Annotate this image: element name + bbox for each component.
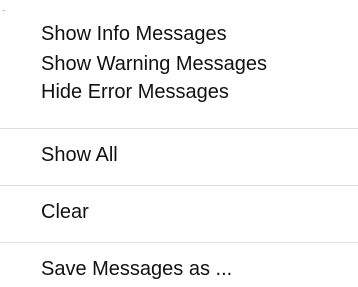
menu-separator <box>0 242 358 243</box>
menu-item-clear[interactable]: Clear <box>41 200 89 224</box>
menu-separator <box>0 185 358 186</box>
menu-item-show-all[interactable]: Show All <box>41 143 118 167</box>
menu-item-show-warning-messages[interactable]: Show Warning Messages <box>41 52 267 76</box>
menu-item-show-info-messages[interactable]: Show Info Messages <box>41 22 227 46</box>
menu-item-hide-error-messages[interactable]: Hide Error Messages <box>41 80 229 104</box>
menu-separator <box>0 128 358 129</box>
menu-corner-mark <box>2 10 5 11</box>
message-context-menu: Show Info Messages Show Warning Messages… <box>0 0 358 287</box>
menu-item-save-messages-as[interactable]: Save Messages as ... <box>41 257 232 281</box>
